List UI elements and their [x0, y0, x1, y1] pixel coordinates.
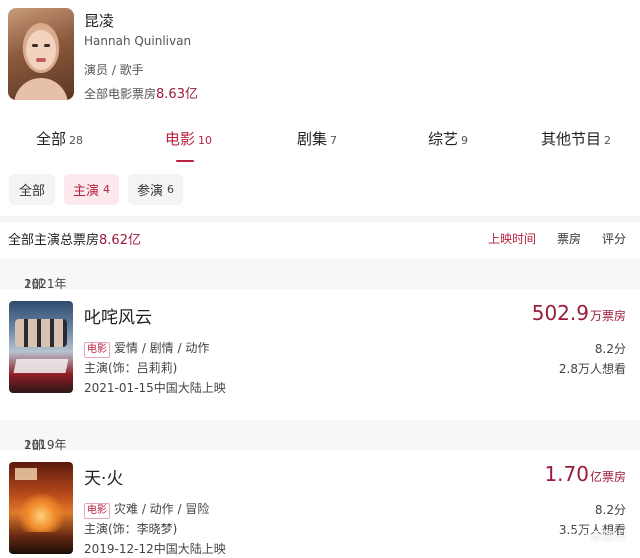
avatar-face: [26, 30, 56, 70]
tab-count: 9: [461, 134, 469, 147]
movie-genre-text: 爱情 / 剧情 / 动作: [114, 341, 210, 355]
poster-title-art: [13, 359, 69, 373]
tab-movies[interactable]: 电影 10: [165, 128, 212, 149]
tab-active-indicator: [176, 160, 194, 162]
sort-by-release-date[interactable]: 上映时间: [488, 230, 536, 247]
profile-header: 昆凌 Hannah Quinlivan 演员 / 歌手 全部电影票房8.63亿: [0, 0, 640, 115]
movie-boxoffice-number: 1.70: [544, 462, 589, 486]
movie-item[interactable]: 叱咤风云 502.9万票房 电影 爱情 / 剧情 / 动作 8.2分 主演(饰：吕…: [0, 301, 640, 401]
poster-figures: [15, 319, 67, 347]
tab-count: 7: [330, 134, 338, 147]
sort-by-boxoffice[interactable]: 票房: [557, 230, 581, 247]
movie-score: 8.2分: [594, 342, 626, 356]
tab-count: 10: [198, 134, 213, 147]
chip-supporting[interactable]: 参演 6: [128, 174, 183, 205]
movie-boxoffice-unit: 亿票房: [589, 470, 626, 484]
movie-genres: 电影 灾难 / 动作 / 冒险: [84, 500, 209, 519]
actor-roles: 演员 / 歌手: [84, 63, 144, 77]
chip-count: 4: [103, 183, 110, 196]
movie-poster[interactable]: [9, 462, 73, 554]
movie-type-tag: 电影: [84, 342, 110, 358]
chip-label: 全部: [18, 184, 45, 199]
watermark-text: 李演识: [589, 529, 626, 543]
avatar-eye: [32, 44, 38, 47]
chip-label: 主演: [72, 184, 99, 199]
movie-boxoffice-unit: 万票房: [589, 309, 626, 323]
year-group-header: 2019年 1部: [0, 420, 640, 452]
movie-score: 8.2分: [594, 503, 626, 517]
year-count: 1部: [24, 277, 44, 291]
avatar-eye: [44, 44, 50, 47]
category-tabs: 全部 28 电影 10 剧集 7 综艺 9 其他节目 2: [0, 128, 640, 168]
role-filter-chips: 全部 主演 4 参演 6: [0, 174, 640, 208]
total-boxoffice-label: 全部电影票房: [84, 87, 157, 101]
movie-release-date: 2019-12-12中国大陆上映: [84, 542, 226, 556]
tab-variety[interactable]: 综艺 9: [428, 128, 468, 149]
lead-boxoffice-summary: 全部主演总票房8.62亿: [8, 229, 141, 248]
poster-title-art: [15, 468, 37, 480]
watermark: 李演识: [572, 527, 626, 544]
movie-release-date: 2021-01-15中国大陆上映: [84, 381, 226, 395]
movie-item[interactable]: 天·火 1.70亿票房 电影 灾难 / 动作 / 冒险 8.2分 主演(饰：李晓梦…: [0, 462, 640, 558]
movie-title[interactable]: 叱咤风云: [84, 303, 152, 328]
actor-name-en: Hannah Quinlivan: [84, 34, 192, 48]
avatar[interactable]: [8, 8, 74, 100]
chip-all[interactable]: 全部: [9, 174, 55, 205]
movie-genres: 电影 爱情 / 剧情 / 动作: [84, 339, 209, 358]
tab-other[interactable]: 其他节目 2: [541, 128, 611, 149]
tab-all[interactable]: 全部 28: [36, 128, 83, 149]
summary-label: 全部主演总票房: [8, 233, 100, 248]
movie-role: 主演(饰：李晓梦): [84, 522, 178, 536]
tab-label: 剧集: [297, 130, 328, 148]
movie-title[interactable]: 天·火: [84, 464, 123, 489]
actor-name-cn: 昆凌: [84, 12, 115, 30]
sort-by-rating[interactable]: 评分: [602, 230, 626, 247]
tab-label: 综艺: [428, 130, 459, 148]
movie-role: 主演(饰：吕莉莉): [84, 361, 178, 375]
movie-boxoffice: 502.9万票房: [532, 301, 626, 325]
movie-type-tag: 电影: [84, 503, 110, 519]
chip-label: 参演: [136, 184, 163, 199]
avatar-lip: [36, 58, 46, 62]
movie-want-count: 2.8万人想看: [558, 362, 626, 376]
movie-boxoffice: 1.70亿票房: [544, 462, 626, 486]
section-divider: [0, 216, 640, 222]
tab-label: 全部: [36, 130, 67, 148]
chip-lead[interactable]: 主演 4: [64, 174, 119, 205]
movie-poster[interactable]: [9, 301, 73, 393]
tab-label: 电影: [165, 130, 196, 148]
year-count: 1部: [24, 438, 44, 452]
movie-genre-text: 灾难 / 动作 / 冒险: [114, 502, 210, 516]
total-boxoffice: 全部电影票房8.63亿: [84, 83, 198, 102]
movie-boxoffice-number: 502.9: [531, 301, 589, 325]
summary-value: 8.62亿: [99, 233, 141, 248]
tab-series[interactable]: 剧集 7: [297, 128, 337, 149]
watermark-icon: [572, 528, 587, 542]
chip-count: 6: [167, 183, 174, 196]
tab-count: 28: [69, 134, 84, 147]
tab-label: 其他节目: [541, 130, 602, 148]
tab-count: 2: [604, 134, 612, 147]
total-boxoffice-value: 8.63亿: [156, 87, 198, 102]
poster-fire: [17, 492, 65, 532]
year-group-header: 2021年 1部: [0, 259, 640, 291]
